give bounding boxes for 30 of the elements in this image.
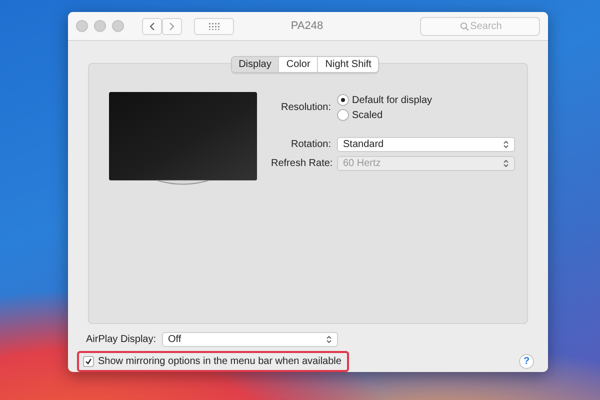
help-button[interactable]: ?: [519, 354, 534, 369]
checkbox[interactable]: [83, 356, 94, 367]
back-button[interactable]: [142, 18, 162, 34]
window-control-button[interactable]: [112, 20, 124, 32]
stepper-arrows-icon: [326, 335, 332, 344]
tab[interactable]: Night Shift: [318, 57, 378, 72]
rotation-label: Rotation:: [290, 139, 331, 150]
refresh-rate-label: Refresh Rate:: [271, 158, 331, 169]
window-control-button[interactable]: [94, 20, 106, 32]
airplay-dropdown[interactable]: Off: [162, 332, 338, 347]
forward-button[interactable]: [162, 18, 182, 34]
airplay-label: AirPlay Display:: [86, 334, 156, 345]
tab[interactable]: Display: [232, 57, 280, 72]
stepper-arrows-icon: [503, 140, 509, 149]
resolution-radio[interactable]: Default for display: [337, 94, 515, 106]
resolution-radio[interactable]: Scaled: [337, 109, 515, 121]
show-all-button[interactable]: [194, 18, 234, 34]
tab[interactable]: Color: [279, 57, 318, 72]
window-control-button[interactable]: [76, 20, 88, 32]
rotation-dropdown[interactable]: Standard: [337, 137, 515, 152]
checkmark-icon: [85, 358, 92, 365]
mirroring-checkbox[interactable]: Show mirroring options in the menu bar when available: [77, 351, 350, 372]
window-title: PA248: [290, 20, 324, 32]
search-field[interactable]: Search: [420, 16, 540, 36]
stepper-arrows-icon: [503, 159, 509, 168]
chevron-left-icon: [149, 22, 155, 30]
search-icon: [460, 22, 469, 30]
resolution-label: Resolution:: [280, 102, 331, 113]
dot-grid-icon: [208, 22, 220, 30]
chevron-right-icon: [169, 22, 175, 30]
